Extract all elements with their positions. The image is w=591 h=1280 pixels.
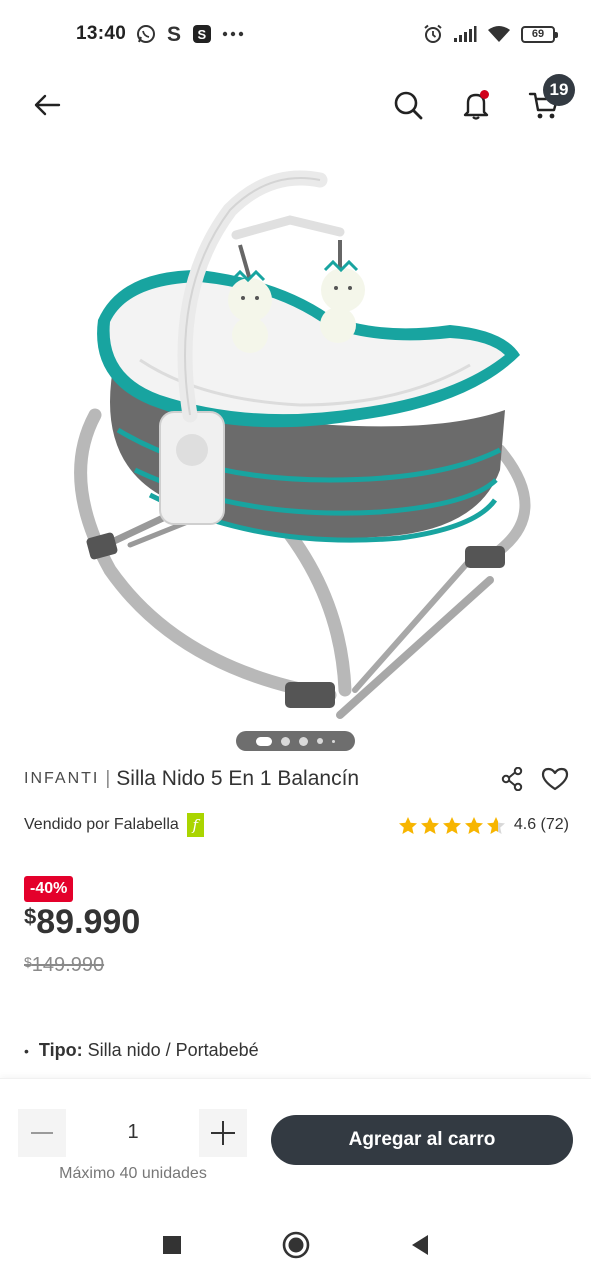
back-triangle-icon[interactable] (410, 1234, 430, 1256)
seller-label: Vendido por Falabella (24, 816, 179, 833)
star-icon (420, 816, 439, 834)
arrow-left-icon (34, 94, 61, 116)
status-system-icons: 69 (423, 24, 558, 44)
search-icon (394, 91, 423, 120)
star-half-icon (486, 816, 505, 834)
svg-text:S: S (198, 27, 207, 42)
spec-value: Silla nido / Portabebé (87, 1040, 259, 1060)
price-amount: 89.990 (36, 903, 141, 941)
seller-row: Vendido por Falabella f 4.6 (72) (24, 810, 569, 840)
heart-icon[interactable] (541, 767, 569, 791)
spec-item: • Tipo: Silla nido / Portabebé (24, 1040, 259, 1061)
cart-button[interactable]: 19 (527, 74, 575, 122)
old-price: $149.990 (24, 954, 104, 977)
search-button[interactable] (391, 88, 425, 122)
rating[interactable]: 4.6 (72) (398, 816, 569, 835)
product-image[interactable] (0, 150, 591, 750)
old-price-currency: $ (24, 954, 32, 970)
more-dots-icon (222, 31, 244, 37)
app-header: 19 (0, 68, 591, 142)
status-notification-icons: S S (136, 23, 244, 45)
rating-text: 4.6 (72) (513, 816, 569, 833)
price-currency: $ (24, 904, 37, 929)
notification-dot (480, 90, 489, 99)
carousel-indicator[interactable] (236, 731, 355, 751)
current-price: $89.990 (24, 903, 140, 942)
carousel-dot[interactable] (281, 736, 290, 746)
minus-icon (31, 1132, 53, 1134)
cart-count-badge: 19 (543, 74, 575, 106)
s-app-icon: S (167, 23, 181, 45)
star-icon (464, 816, 483, 834)
title-actions (501, 767, 569, 791)
spec-bullet: • (24, 1042, 29, 1059)
s-dark-app-icon: S (193, 25, 212, 43)
battery-level: 69 (531, 28, 545, 40)
signal-icon (454, 26, 477, 42)
bottom-action-bar: 1 Máximo 40 unidades Agregar al carro (0, 1078, 591, 1210)
old-price-amount: 149.990 (31, 954, 105, 976)
quantity-value[interactable]: 1 (118, 1121, 148, 1144)
carousel-dot[interactable] (332, 739, 335, 743)
add-to-cart-button[interactable]: Agregar al carro (271, 1115, 573, 1165)
notifications-button[interactable] (459, 88, 493, 122)
star-icon (398, 816, 417, 834)
quantity-decrease-button[interactable] (18, 1109, 66, 1157)
recents-square-icon[interactable] (162, 1235, 182, 1255)
bassinet-rocker-illustration (74, 170, 531, 719)
share-icon[interactable] (501, 767, 523, 791)
battery-icon: 69 (521, 25, 558, 43)
falabella-logo: f (186, 813, 204, 837)
product-title-row: INFANTI | Silla Nido 5 En 1 Balancín (24, 762, 569, 796)
carousel-dot[interactable] (317, 738, 323, 744)
title-separator: | (105, 768, 111, 789)
product-name: Silla Nido 5 En 1 Balancín (116, 767, 360, 790)
header-actions: 19 (391, 74, 575, 122)
discount-badge: -40% (24, 876, 74, 902)
status-time: 13:40 (76, 23, 127, 44)
carousel-dot[interactable] (299, 736, 308, 746)
max-units-label: Máximo 40 unidades (59, 1165, 207, 1182)
svg-text:S: S (167, 23, 181, 45)
back-button[interactable] (30, 88, 64, 122)
whatsapp-icon (137, 25, 156, 43)
home-circle-icon[interactable] (282, 1231, 310, 1259)
plus-icon (211, 1121, 235, 1145)
spec-label: Tipo: (38, 1040, 83, 1060)
quantity-increase-button[interactable] (199, 1109, 247, 1157)
star-icon (442, 816, 461, 834)
carousel-dot[interactable] (256, 736, 272, 746)
system-nav-bar (0, 1210, 591, 1280)
wifi-icon (488, 26, 510, 42)
status-bar: 13:40 S S 69 (0, 0, 591, 68)
product-brand[interactable]: INFANTI (24, 770, 99, 788)
alarm-icon (424, 24, 442, 43)
